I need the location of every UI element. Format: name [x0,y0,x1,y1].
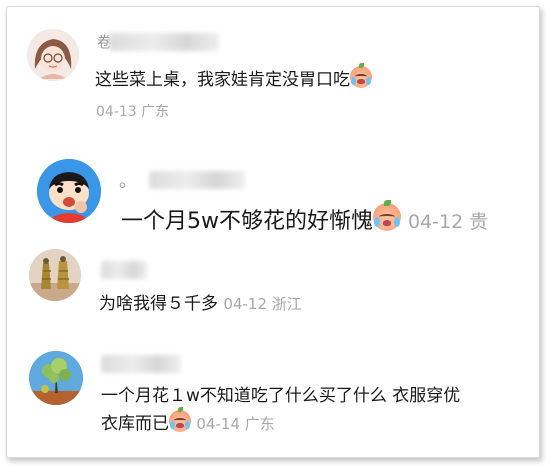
commenter-name-blurred[interactable] [101,355,181,373]
comment-meta: 04-12 浙江 [223,295,301,313]
commenter-name-visible-char: 。 [119,171,137,192]
comment-location: 浙江 [271,295,302,313]
comment-date: 04-14 [196,415,240,433]
comment-meta: 04-12 贵 [408,211,488,233]
crying-face-emoji-icon [373,199,401,231]
comment-list: 卷 这些菜上桌，我家娃肯定没胃口吃 04-13 广东 。 一个月5w不够花的好惭… [6,6,540,458]
tree-landscape-avatar[interactable] [29,351,83,405]
commenter-name-blurred[interactable] [101,261,147,279]
comment-location: 广东 [141,104,170,120]
comment-text: 为啥我得５千多 04-12 浙江 [99,294,302,314]
comment-text: 一个月5w不够花的好惭愧 04-12 贵 [121,199,488,235]
comment-location: 贵 [469,211,489,233]
comment-date: 04-12 [408,211,464,233]
comment-text: 一个月花１w不知道吃了什么买了什么 衣服穿优 衣库而已 04-14 广东 [101,386,461,434]
commenter-name-blurred[interactable] [109,33,219,51]
girl-with-glasses-avatar[interactable] [27,29,79,81]
comment-meta: 04-14 广东 [196,415,274,433]
crying-face-emoji-icon [350,63,372,88]
commenter-name-blurred[interactable] [149,171,245,189]
comment-date: 04-12 [223,295,267,313]
comment-text: 这些菜上桌，我家娃肯定没胃口吃 [95,63,372,90]
comment-date: 04-13 [96,104,137,120]
crayon-shinchan-avatar[interactable] [37,159,101,223]
crying-face-emoji-icon [169,407,191,432]
comment-location: 广东 [244,415,275,433]
earrings-photo-avatar[interactable] [29,249,81,301]
comment-meta: 04-13 广东 [96,101,169,121]
